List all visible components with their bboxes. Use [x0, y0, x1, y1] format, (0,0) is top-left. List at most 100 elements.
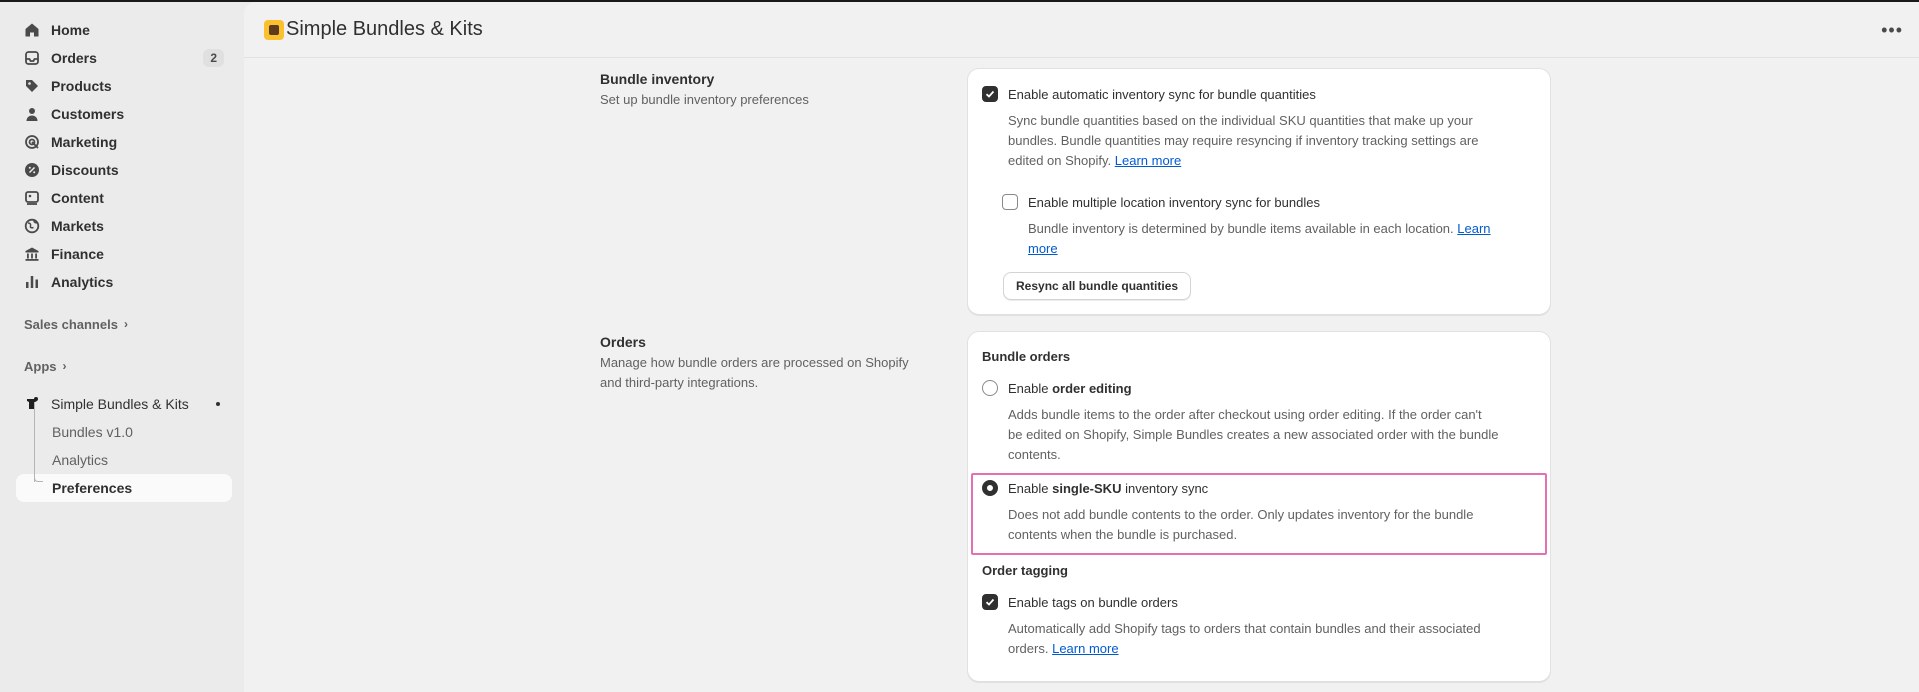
resync-button[interactable]: Resync all bundle quantities — [1003, 272, 1192, 300]
label-bold: order editing — [1052, 380, 1132, 396]
sidebar-item-label: Discounts — [51, 162, 119, 178]
help-line: more — [1028, 239, 1543, 259]
help-line: bundles. Bundle quantities may require r… — [1008, 133, 1479, 148]
app-header: Simple Bundles & Kits ••• — [244, 2, 1919, 58]
multi-location-help: Bundle inventory is determined by bundle… — [1028, 219, 1543, 259]
help-line: Bundle inventory is determined by bundle… — [1028, 219, 1543, 239]
sidebar-item-discounts[interactable]: Discounts — [16, 156, 232, 184]
more-actions-button[interactable]: ••• — [1881, 20, 1903, 41]
help-line: Does not add bundle contents to the orde… — [1008, 507, 1474, 522]
order-tagging-heading: Order tagging — [982, 563, 1068, 578]
sidebar-item-home[interactable]: Home — [16, 16, 232, 44]
globe-icon — [24, 218, 40, 234]
sidebar-item-marketing[interactable]: Marketing — [16, 128, 232, 156]
tree-connector — [34, 402, 35, 482]
tags-option[interactable]: Enable tags on bundle orders — [982, 594, 1178, 610]
single-sku-help: Does not add bundle contents to the orde… — [1008, 505, 1548, 545]
sidebar-subitem-bundles[interactable]: Bundles v1.0 — [16, 418, 232, 446]
sidebar-item-label: Simple Bundles & Kits — [51, 396, 189, 412]
bar-chart-icon — [24, 274, 40, 290]
sidebar-item-label: Finance — [51, 246, 104, 262]
order-editing-radio[interactable] — [982, 380, 998, 396]
sidebar: Home Orders 2 Products Customers Marketi… — [0, 2, 244, 692]
inbox-icon — [24, 50, 40, 66]
sidebar-item-label: Products — [51, 78, 112, 94]
inventory-card: Enable automatic inventory sync for bund… — [967, 68, 1551, 315]
orders-section-description: Manage how bundle orders are processed o… — [600, 353, 940, 393]
bundle-orders-heading: Bundle orders — [982, 349, 1071, 364]
page-title: Simple Bundles & Kits — [286, 18, 483, 40]
single-sku-radio[interactable] — [982, 480, 998, 496]
sidebar-item-label: Customers — [51, 106, 125, 122]
single-sku-option[interactable]: Enable single-SKU inventory sync — [982, 480, 1208, 496]
bank-icon — [24, 246, 40, 262]
order-editing-option[interactable]: Enable order editing — [982, 380, 1132, 396]
chevron-right-icon: › — [123, 317, 128, 331]
sidebar-item-simple-bundles[interactable]: Simple Bundles & Kits — [16, 390, 232, 418]
learn-more-link[interactable]: Learn — [1457, 221, 1490, 236]
sidebar-item-label: Markets — [51, 218, 104, 234]
tags-help: Automatically add Shopify tags to orders… — [1008, 619, 1548, 659]
sidebar-item-customers[interactable]: Customers — [16, 100, 232, 128]
help-text: Bundle inventory is determined by bundle… — [1028, 221, 1454, 236]
sidebar-subitem-analytics[interactable]: Analytics — [16, 446, 232, 474]
tags-label: Enable tags on bundle orders — [1008, 594, 1178, 610]
app-icon — [24, 396, 40, 412]
content-icon — [24, 190, 40, 206]
auto-sync-option[interactable]: Enable automatic inventory sync for bund… — [982, 86, 1316, 102]
label-bold: single-SKU — [1052, 480, 1122, 496]
help-line: orders. Learn more — [1008, 639, 1548, 659]
app-logo-icon — [264, 19, 284, 40]
auto-sync-help: Sync bundle quantities based on the indi… — [1008, 111, 1538, 171]
tree-connector-elbow — [34, 474, 43, 482]
sidebar-item-label: Content — [51, 190, 104, 206]
sidebar-item-analytics[interactable]: Analytics — [16, 268, 232, 296]
sidebar-item-label: Orders — [51, 50, 97, 66]
subitem-label: Preferences — [52, 480, 133, 496]
sidebar-item-orders[interactable]: Orders 2 — [16, 44, 232, 72]
help-line: contents when the bundle is purchased. — [1008, 527, 1238, 542]
orders-count-badge: 2 — [203, 49, 224, 67]
help-line: be edited on Shopify, Simple Bundles cre… — [1008, 427, 1499, 442]
subitem-label: Bundles v1.0 — [52, 424, 133, 440]
multi-location-label: Enable multiple location inventory sync … — [1028, 194, 1320, 210]
help-line: contents. — [1008, 447, 1061, 462]
sidebar-item-label: Analytics — [51, 274, 114, 290]
apps-label: Apps — [24, 358, 57, 374]
help-line: Sync bundle quantities based on the indi… — [1008, 113, 1473, 128]
target-icon — [24, 134, 40, 150]
order-editing-help: Adds bundle items to the order after che… — [1008, 405, 1548, 465]
inventory-section-title: Bundle inventory — [600, 71, 715, 87]
label-text: inventory sync — [1125, 480, 1209, 496]
sales-channels-heading[interactable]: Sales channels › — [16, 310, 232, 338]
multi-location-checkbox[interactable] — [1002, 194, 1018, 210]
sidebar-item-content[interactable]: Content — [16, 184, 232, 212]
tag-icon — [24, 78, 40, 94]
single-sku-label: Enable single-SKU inventory sync — [1008, 481, 1208, 496]
orders-card: Bundle orders Enable order editing Adds … — [967, 331, 1551, 682]
auto-sync-checkbox[interactable] — [982, 86, 998, 102]
sidebar-item-finance[interactable]: Finance — [16, 240, 232, 268]
label-text: Enable — [1008, 380, 1049, 396]
learn-more-link[interactable]: Learn more — [1115, 153, 1181, 168]
sidebar-item-products[interactable]: Products — [16, 72, 232, 100]
label-text: Enable — [1008, 480, 1049, 496]
description-line: and third-party integrations. — [600, 375, 759, 390]
learn-more-link-cont[interactable]: more — [1028, 241, 1058, 256]
home-icon — [24, 22, 40, 38]
auto-sync-label: Enable automatic inventory sync for bund… — [1008, 86, 1316, 102]
sidebar-subitem-preferences[interactable]: Preferences — [16, 474, 232, 502]
apps-heading[interactable]: Apps › — [16, 352, 232, 380]
multi-location-option[interactable]: Enable multiple location inventory sync … — [1002, 194, 1320, 210]
learn-more-link[interactable]: Learn more — [1052, 641, 1118, 656]
help-line: Adds bundle items to the order after che… — [1008, 407, 1482, 422]
description-line: Manage how bundle orders are processed o… — [600, 355, 909, 370]
help-text: edited on Shopify. — [1008, 153, 1112, 168]
tags-checkbox[interactable] — [982, 594, 998, 610]
sidebar-item-markets[interactable]: Markets — [16, 212, 232, 240]
sales-channels-label: Sales channels — [24, 316, 118, 332]
subitem-label: Analytics — [52, 452, 109, 468]
chevron-right-icon: › — [62, 359, 67, 373]
discount-icon — [24, 162, 40, 178]
pin-dot-icon[interactable] — [216, 402, 220, 406]
